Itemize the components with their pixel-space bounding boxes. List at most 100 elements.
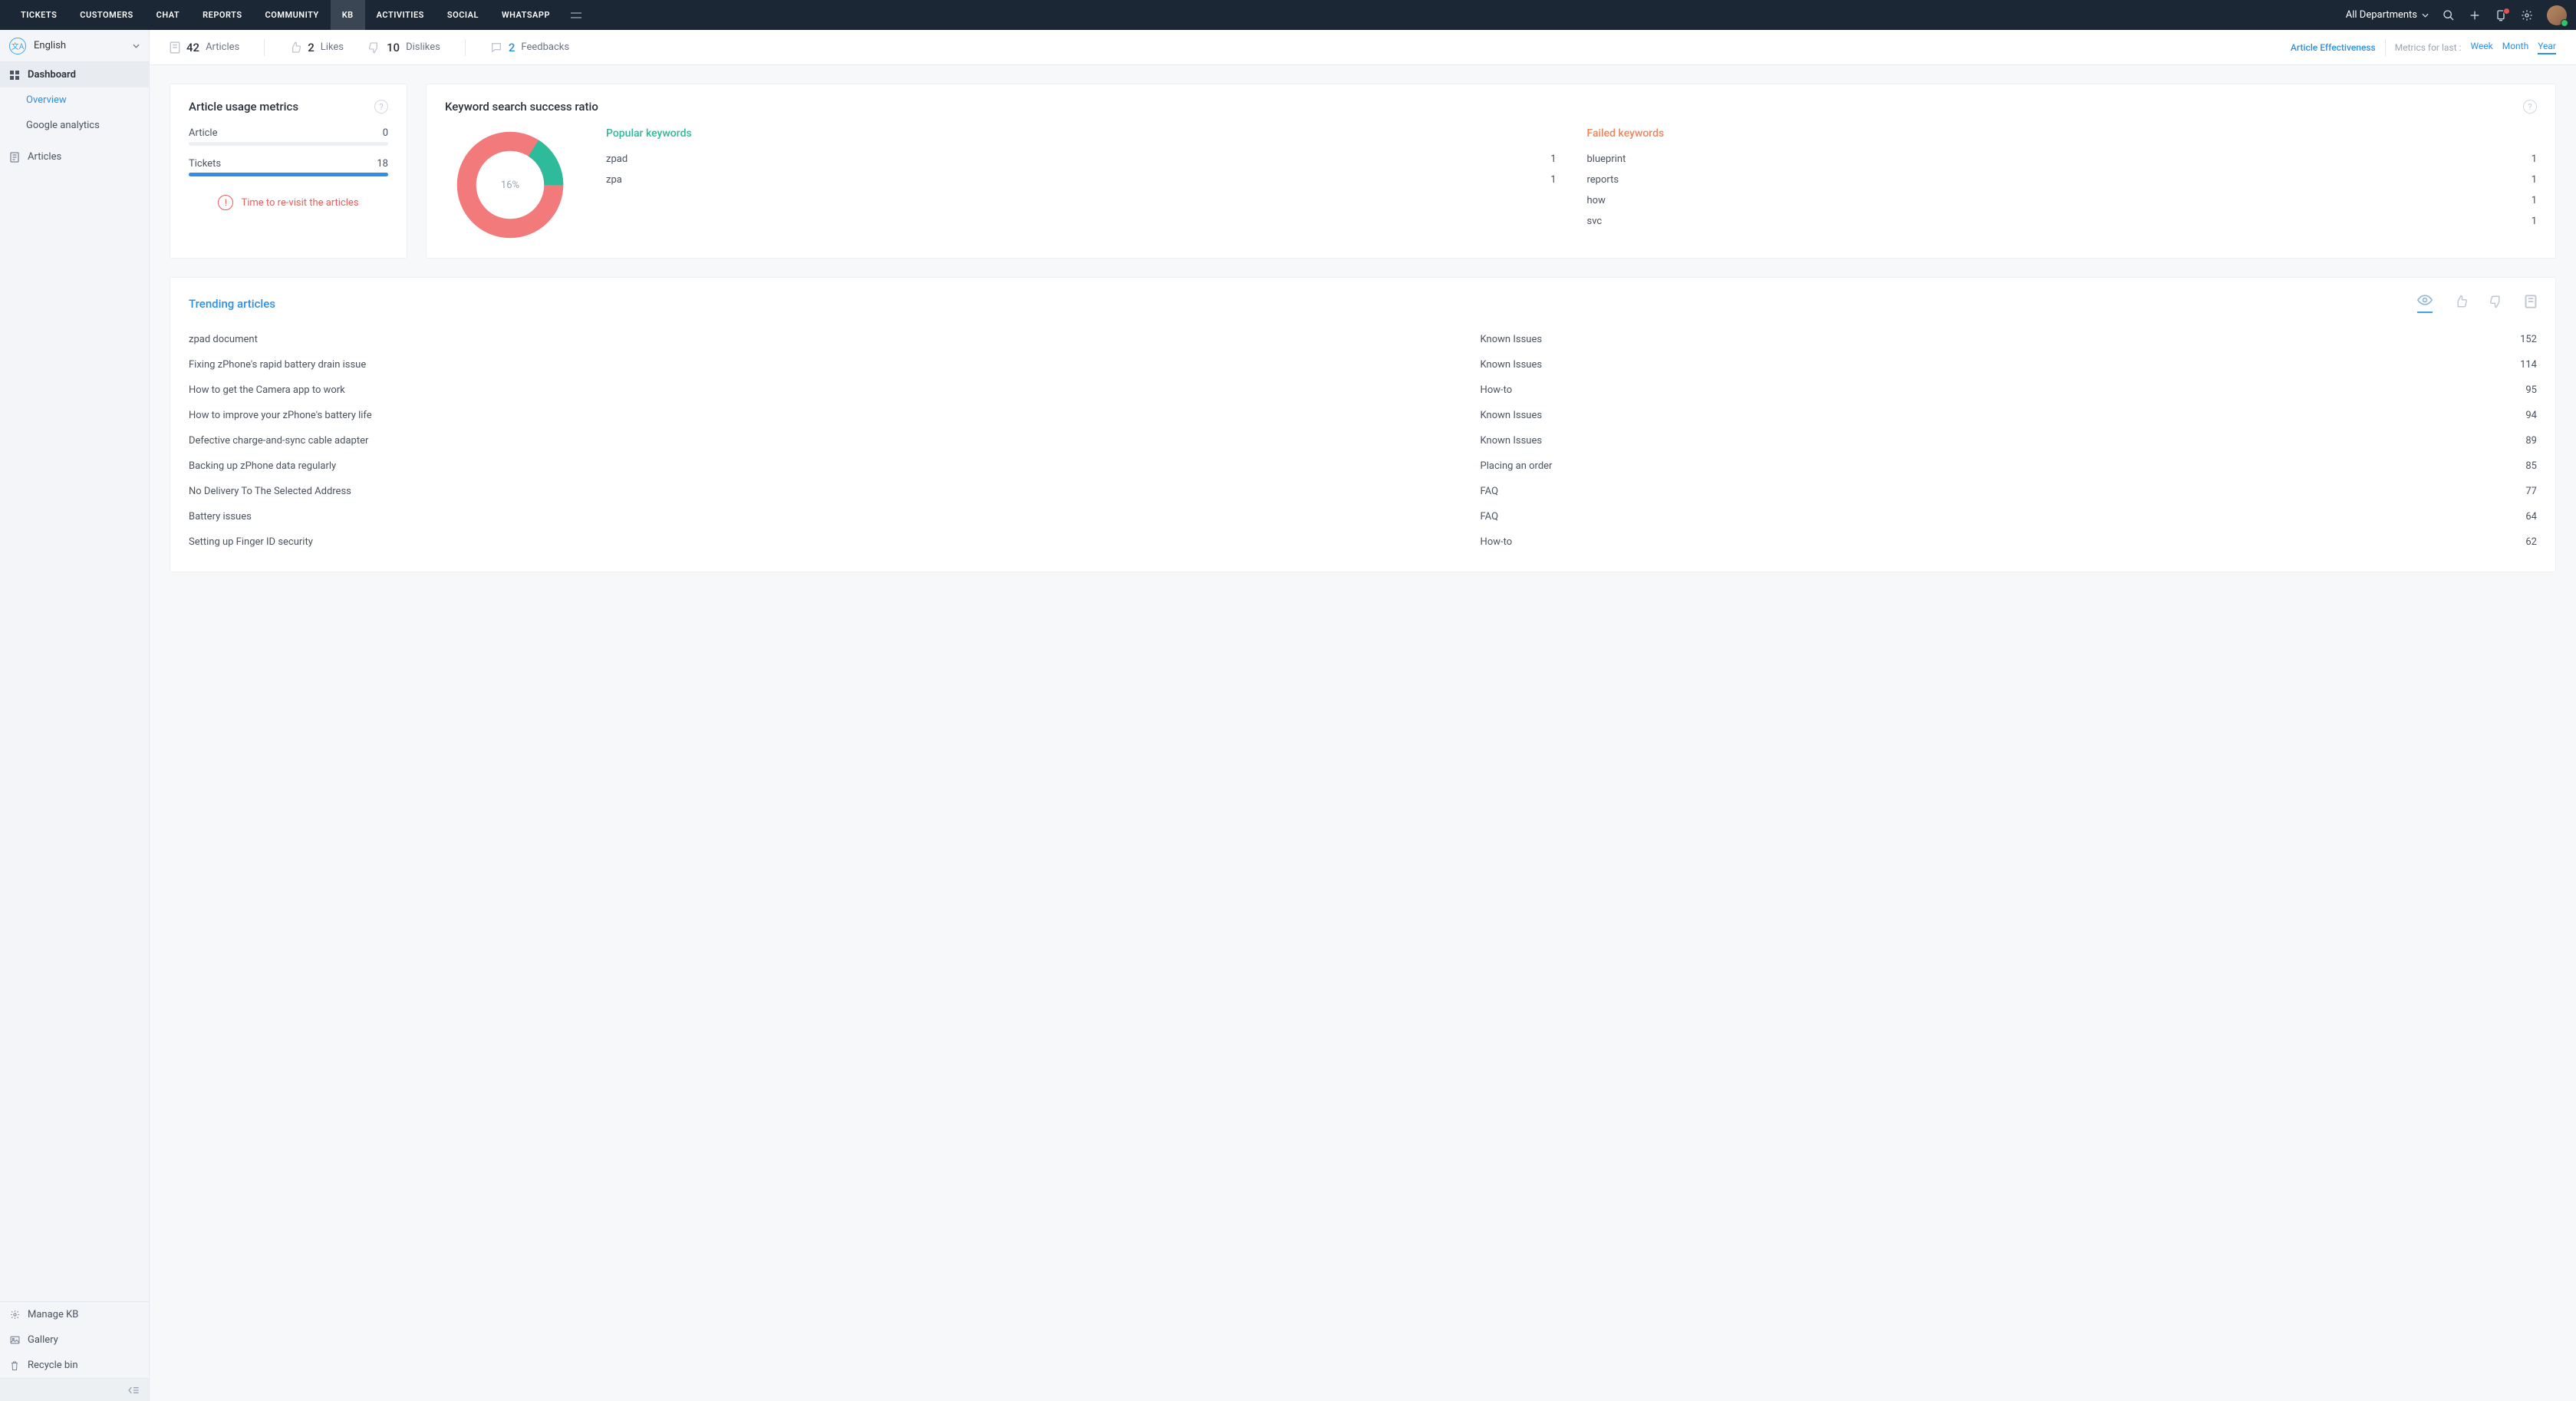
sidebar-item-label: Manage KB xyxy=(28,1309,78,1320)
plus-icon[interactable] xyxy=(2469,9,2481,21)
content-area: 42 Articles 2 Likes 10 Dislikes xyxy=(150,30,2576,1401)
keyword-count: 1 xyxy=(2532,153,2537,165)
period-year[interactable]: Year xyxy=(2538,41,2556,54)
popular-keywords: Popular keywords zpad1zpa1 xyxy=(606,127,1556,242)
period-month[interactable]: Month xyxy=(2502,41,2528,54)
article-category: How-to xyxy=(1481,536,2302,548)
article-category: FAQ xyxy=(1481,511,2302,522)
period-week[interactable]: Week xyxy=(2470,41,2492,54)
sidebar-sub-google-analytics[interactable]: Google analytics xyxy=(0,113,149,138)
article-views: 64 xyxy=(2302,511,2537,522)
sidebar-item-articles[interactable]: Articles xyxy=(0,144,149,170)
article-views: 77 xyxy=(2302,486,2537,497)
article-category: Known Issues xyxy=(1481,334,2302,345)
period-label: Metrics for last : xyxy=(2395,42,2462,53)
trending-row[interactable]: Defective charge-and-sync cable adapterK… xyxy=(189,428,2537,453)
keyword: svc xyxy=(1587,216,1603,227)
notification-icon[interactable] xyxy=(2495,9,2507,21)
trending-row[interactable]: How to get the Camera app to workHow-to9… xyxy=(189,377,2537,403)
usage-value: 18 xyxy=(377,158,388,170)
dislikes-tab-icon[interactable] xyxy=(2489,295,2503,313)
trending-row[interactable]: Setting up Finger ID securityHow-to62 xyxy=(189,529,2537,555)
nav-tab-activities[interactable]: ACTIVITIES xyxy=(365,0,436,30)
metric-label: Articles xyxy=(206,41,239,53)
department-select[interactable]: All Departments xyxy=(2346,9,2429,21)
keyword-count: 1 xyxy=(1550,153,1556,165)
metric-likes: 2 Likes xyxy=(289,41,344,54)
usage-row: Article0 xyxy=(189,127,388,146)
divider xyxy=(465,39,466,56)
trending-row[interactable]: Backing up zPhone data regularlyPlacing … xyxy=(189,453,2537,479)
sidebar-dashboard-label: Dashboard xyxy=(28,69,76,81)
article-category: Known Issues xyxy=(1481,359,2302,371)
sidebar-item-gallery[interactable]: Gallery xyxy=(0,1327,149,1353)
article-title: Fixing zPhone's rapid battery drain issu… xyxy=(189,359,1481,371)
language-icon: 文A xyxy=(9,38,26,54)
nav-tab-tickets[interactable]: TICKETS xyxy=(9,0,68,30)
likes-tab-icon[interactable] xyxy=(2454,295,2468,313)
revisit-warning: ! Time to re-visit the articles xyxy=(189,195,388,210)
trending-row[interactable]: zpad documentKnown Issues152 xyxy=(189,327,2537,352)
article-views: 114 xyxy=(2302,359,2537,371)
nav-tabs: TICKETSCUSTOMERSCHATREPORTSCOMMUNITYKBAC… xyxy=(9,0,591,30)
usage-label: Tickets xyxy=(189,158,221,170)
collapse-sidebar-button[interactable] xyxy=(0,1378,149,1401)
keyword: zpa xyxy=(606,174,622,186)
nav-more-icon[interactable] xyxy=(562,0,591,30)
nav-tab-whatsapp[interactable]: WHATSAPP xyxy=(490,0,562,30)
nav-tab-social[interactable]: SOCIAL xyxy=(436,0,490,30)
keyword-count: 1 xyxy=(1550,174,1556,186)
keyword-row: reports1 xyxy=(1587,170,2538,190)
help-icon[interactable]: ? xyxy=(2523,100,2537,114)
trending-row[interactable]: No Delivery To The Selected AddressFAQ77 xyxy=(189,479,2537,504)
article-effectiveness-link[interactable]: Article Effectiveness xyxy=(2291,42,2376,53)
sidebar-item-manage-kb[interactable]: Manage KB xyxy=(0,1302,149,1327)
sidebar-item-dashboard[interactable]: Dashboard xyxy=(0,62,149,87)
article-title: How to improve your zPhone's battery lif… xyxy=(189,410,1481,421)
metric-dislikes: 10 Dislikes xyxy=(368,41,440,54)
trending-articles-card: Trending articles zpad docume xyxy=(170,277,2556,572)
sidebar-sub-overview[interactable]: Overview xyxy=(0,87,149,113)
trending-row[interactable]: How to improve your zPhone's battery lif… xyxy=(189,403,2537,428)
metric-value: 10 xyxy=(387,41,400,54)
usage-label: Article xyxy=(189,127,217,139)
search-icon[interactable] xyxy=(2443,9,2455,21)
sidebar-item-recycle-bin[interactable]: Recycle bin xyxy=(0,1353,149,1378)
trending-row[interactable]: Battery issuesFAQ64 xyxy=(189,504,2537,529)
sidebar: 文A English Dashboard OverviewGoogle anal… xyxy=(0,30,150,1401)
chat-icon xyxy=(490,41,502,54)
sidebar-item-label: Recycle bin xyxy=(28,1360,78,1371)
failed-keywords: Failed keywords blueprint1reports1how1sv… xyxy=(1587,127,2538,242)
keyword-count: 1 xyxy=(2532,216,2537,227)
views-tab-icon[interactable] xyxy=(2417,295,2433,313)
metric-label: Dislikes xyxy=(406,41,440,53)
nav-tab-customers[interactable]: CUSTOMERS xyxy=(68,0,144,30)
feedback-tab-icon[interactable] xyxy=(2525,295,2537,313)
trending-row[interactable]: Fixing zPhone's rapid battery drain issu… xyxy=(189,352,2537,377)
article-title: Battery issues xyxy=(189,511,1481,522)
nav-right: All Departments xyxy=(2346,5,2567,25)
language-label: English xyxy=(34,40,66,51)
revisit-text: Time to re-visit the articles xyxy=(241,197,358,209)
card-title: Article usage metrics xyxy=(189,100,298,114)
help-icon[interactable]: ? xyxy=(374,100,388,114)
keyword: blueprint xyxy=(1587,153,1626,165)
keyword-row: zpa 1 xyxy=(606,170,1556,190)
nav-tab-community[interactable]: COMMUNITY xyxy=(254,0,331,30)
gear-icon[interactable] xyxy=(2521,9,2533,21)
avatar[interactable] xyxy=(2547,5,2567,25)
metric-label: Likes xyxy=(321,41,344,53)
article-views: 89 xyxy=(2302,435,2537,447)
keyword-row: svc 1 xyxy=(1587,211,2538,232)
keyword-count: 1 xyxy=(2532,195,2537,206)
keyword: reports xyxy=(1587,174,1619,186)
nav-tab-chat[interactable]: CHAT xyxy=(145,0,192,30)
nav-tab-kb[interactable]: KB xyxy=(331,0,365,30)
keyword-search-card: Keyword search success ratio ? 16% Popul… xyxy=(426,84,2556,259)
metric-value: 42 xyxy=(186,41,199,54)
article-title: How to get the Camera app to work xyxy=(189,384,1481,396)
article-category: How-to xyxy=(1481,384,2302,396)
language-select[interactable]: 文A English xyxy=(0,30,149,62)
nav-tab-reports[interactable]: REPORTS xyxy=(191,0,253,30)
sidebar-articles-label: Articles xyxy=(28,151,61,163)
